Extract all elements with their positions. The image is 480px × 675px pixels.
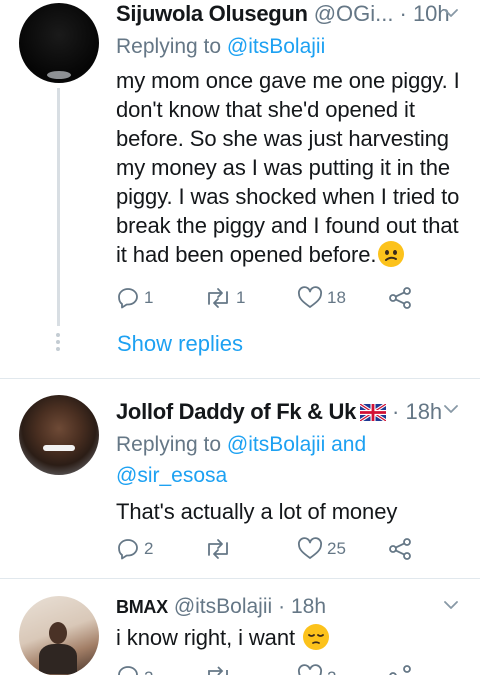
- reply-button[interactable]: 1: [116, 286, 204, 310]
- reply-mention-2[interactable]: @sir_esosa: [116, 464, 227, 487]
- like-button[interactable]: 25: [297, 537, 387, 561]
- reply-button[interactable]: 2: [116, 664, 204, 675]
- retweet-icon: [208, 288, 228, 308]
- chevron-down-icon[interactable]: [444, 601, 458, 610]
- tweet-text: That's actually a lot of money: [116, 499, 398, 524]
- tweet-text: my mom once gave me one piggy. I don't k…: [116, 66, 470, 269]
- pensive-face-icon: [302, 624, 329, 650]
- tweet-text-body: i know right, i want: [116, 625, 295, 650]
- replying-to: Replying to @itsBolajii: [116, 31, 470, 62]
- divider: [0, 578, 480, 579]
- author-handle[interactable]: @itsBolajii: [174, 595, 272, 619]
- like-count: 2: [327, 668, 336, 675]
- author-handle[interactable]: @OGi...: [314, 1, 394, 27]
- reply-mention[interactable]: @itsBolajii and: [227, 433, 366, 456]
- like-button[interactable]: 2: [297, 664, 387, 675]
- share-button[interactable]: [387, 286, 413, 310]
- retweet-icon: [208, 539, 228, 559]
- heart-icon: [298, 537, 322, 559]
- replying-to-label: Replying to: [116, 35, 222, 58]
- uk-flag-icon: [360, 403, 387, 421]
- show-replies-link[interactable]: Show replies: [117, 331, 243, 357]
- reply-count: 1: [144, 288, 154, 307]
- retweet-button[interactable]: [204, 664, 297, 675]
- reply-count: 2: [144, 539, 154, 558]
- chevron-down-icon[interactable]: [444, 9, 458, 18]
- reply-count: 2: [144, 668, 153, 675]
- avatar[interactable]: [19, 596, 99, 675]
- thread-line: [57, 88, 60, 326]
- replying-to-label: Replying to: [116, 433, 222, 456]
- share-icon: [389, 538, 411, 560]
- avatar[interactable]: [19, 395, 99, 475]
- heart-icon: [298, 664, 322, 675]
- author-name[interactable]: Sijuwola Olusegun: [116, 1, 308, 27]
- share-icon: [389, 287, 411, 309]
- heart-icon: [298, 286, 322, 308]
- retweet-icon: [208, 666, 228, 675]
- like-button[interactable]: 18: [297, 286, 387, 310]
- reply-icon: [118, 539, 138, 560]
- divider: [0, 378, 480, 379]
- like-count: 18: [327, 288, 346, 307]
- reply-icon: [118, 288, 138, 309]
- retweet-button[interactable]: [204, 537, 297, 561]
- tweet-text: i know right, i want: [116, 623, 470, 652]
- tweet-time[interactable]: · 10h: [400, 1, 450, 27]
- tweet-time[interactable]: · 18h: [392, 399, 442, 425]
- share-icon: [389, 665, 411, 675]
- reply-button[interactable]: 2: [116, 537, 204, 561]
- retweet-button[interactable]: 1: [204, 286, 297, 310]
- author-name[interactable]: BMAX: [116, 597, 168, 618]
- confused-face-icon: [378, 241, 405, 267]
- avatar[interactable]: [19, 3, 99, 83]
- author-name[interactable]: Jollof Daddy of Fk & Uk: [116, 399, 356, 425]
- share-button[interactable]: [387, 537, 413, 561]
- share-button[interactable]: [387, 664, 413, 675]
- chevron-down-icon[interactable]: [444, 405, 458, 414]
- tweet-text-body: my mom once gave me one piggy. I don't k…: [116, 68, 460, 267]
- reply-mention[interactable]: @itsBolajii: [227, 35, 325, 58]
- like-count: 25: [327, 539, 346, 558]
- thread-dots: [56, 333, 61, 354]
- tweet-time[interactable]: · 18h: [278, 595, 326, 619]
- retweet-count: 1: [236, 288, 246, 307]
- replying-to: Replying to @itsBolajii and @sir_esosa: [116, 429, 470, 491]
- reply-icon: [118, 666, 138, 675]
